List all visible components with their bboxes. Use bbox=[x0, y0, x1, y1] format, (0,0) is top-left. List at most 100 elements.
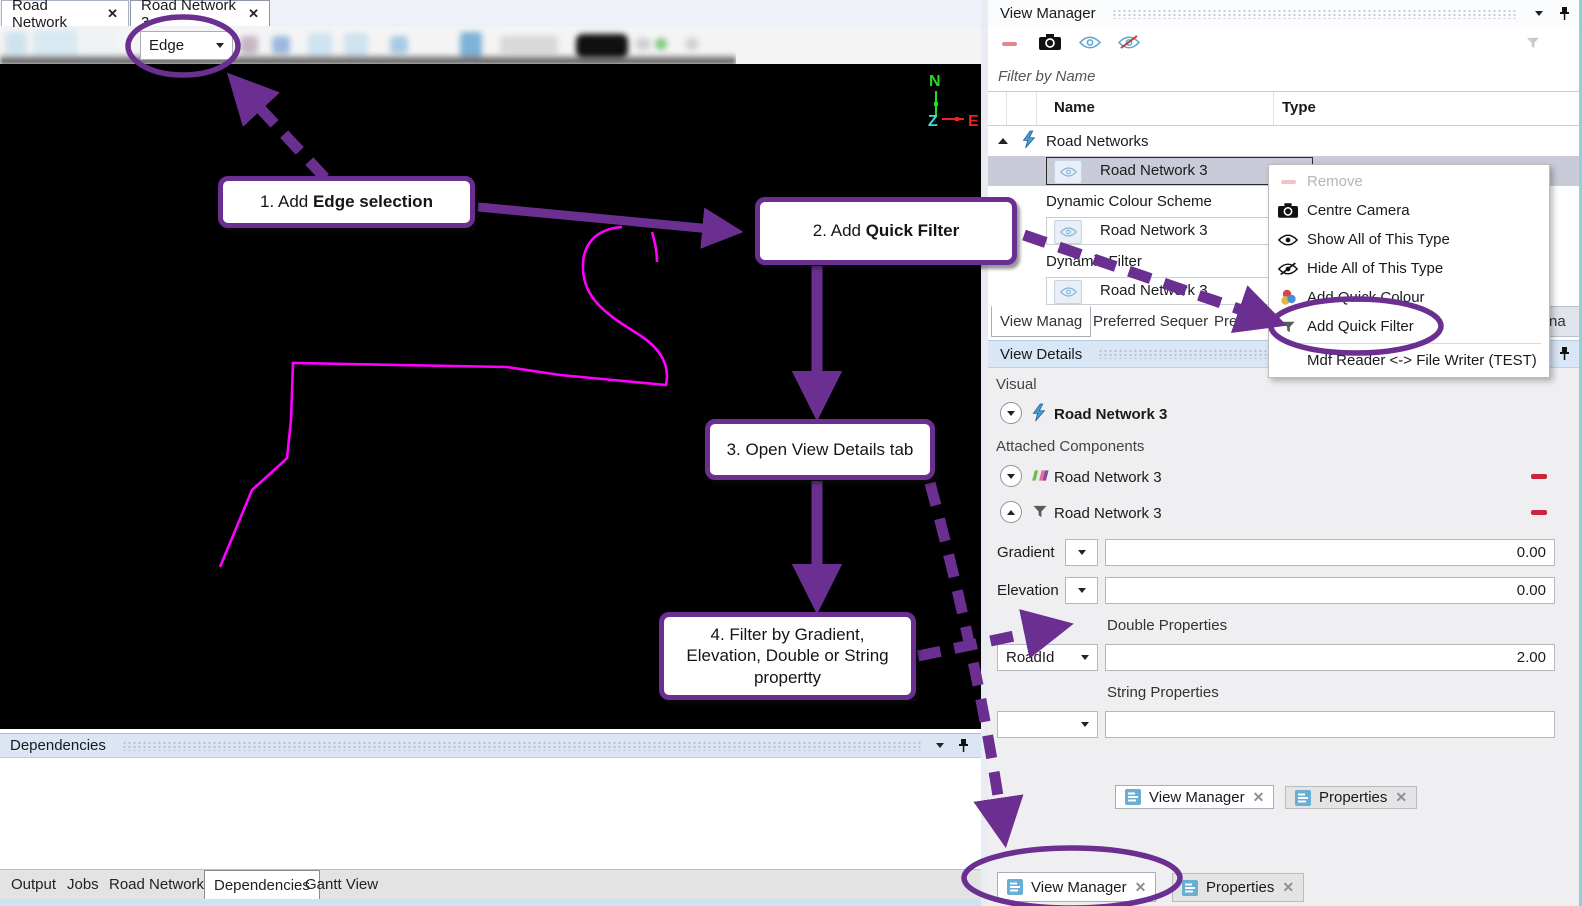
menu-item-add-quick-filter[interactable]: Add Quick Filter bbox=[1269, 312, 1549, 341]
expand-button[interactable] bbox=[1000, 465, 1022, 487]
remove-component-button[interactable] bbox=[1531, 474, 1547, 479]
column-divider[interactable] bbox=[1273, 92, 1274, 125]
elevation-label: Elevation bbox=[997, 582, 1059, 599]
close-icon[interactable]: ✕ bbox=[107, 6, 118, 22]
document-tabstrip: Road Network ✕ Road Network 3 ✕ bbox=[0, 0, 981, 31]
close-icon[interactable]: ✕ bbox=[248, 6, 259, 22]
show-eye-icon[interactable] bbox=[1078, 35, 1102, 53]
filter-funnel-icon bbox=[1032, 504, 1048, 523]
menu-item-centre-camera[interactable]: Centre Camera bbox=[1269, 196, 1549, 225]
dock-tab-view-manager[interactable]: View Manager ✕ bbox=[1115, 785, 1275, 809]
filter-by-name-input[interactable]: Filter by Name bbox=[988, 61, 1582, 92]
tab-gantt-view[interactable]: Gantt View bbox=[296, 870, 387, 899]
gradient-value-field[interactable]: 0.00 bbox=[1105, 539, 1555, 566]
filter-icon[interactable] bbox=[1526, 36, 1540, 53]
visibility-eye-button[interactable] bbox=[1054, 220, 1082, 244]
visibility-eye-button[interactable] bbox=[1054, 160, 1082, 184]
step1-bold-text: Edge selection bbox=[312, 192, 433, 212]
doc-tab-road-network[interactable]: Road Network ✕ bbox=[1, 0, 129, 31]
elevation-filter-row: Elevation 0.00 bbox=[988, 577, 1582, 605]
chevron-down-icon[interactable] bbox=[936, 743, 944, 748]
close-icon[interactable]: ✕ bbox=[1135, 879, 1147, 896]
menu-item-add-quick-colour[interactable]: Add Quick Colour bbox=[1269, 283, 1549, 312]
gradient-mode-dropdown[interactable] bbox=[1065, 539, 1098, 566]
tree-row-label: Dynamic Filter bbox=[1046, 252, 1142, 270]
close-icon[interactable]: ✕ bbox=[1253, 789, 1265, 806]
panel-splitter[interactable] bbox=[981, 0, 988, 906]
column-name[interactable]: Name bbox=[1054, 99, 1095, 116]
double-properties-label: Double Properties bbox=[1107, 617, 1228, 634]
doc-tab-road-network-3[interactable]: Road Network 3 ✕ bbox=[130, 0, 270, 31]
menu-item-hide-all[interactable]: Hide All of This Type bbox=[1269, 254, 1549, 283]
chevron-down-icon bbox=[216, 43, 224, 48]
tab-preferences[interactable]: Prefer bbox=[1206, 306, 1263, 337]
toolbar-blob bbox=[636, 38, 650, 50]
drag-handle-dots[interactable] bbox=[1111, 8, 1517, 19]
attached-components-label: Attached Components bbox=[996, 438, 1145, 455]
view-details-body: Visual Road Network 3 Attached Component… bbox=[988, 368, 1582, 906]
road-polyline bbox=[218, 225, 669, 568]
tree-row-road-networks[interactable]: Road Networks bbox=[988, 126, 1582, 156]
toolbar-blob bbox=[272, 36, 290, 54]
dependencies-panel-body bbox=[0, 758, 981, 869]
visual-item-row: Road Network 3 bbox=[988, 399, 1582, 429]
pin-icon[interactable] bbox=[1559, 347, 1570, 361]
view-manager-panel: View Manager Filter by Name Name Type Ro… bbox=[988, 0, 1582, 906]
collapse-icon[interactable] bbox=[998, 138, 1008, 144]
menu-item-mdf-reader[interactable]: Mdf Reader <-> File Writer (TEST) bbox=[1269, 346, 1549, 375]
expand-button[interactable] bbox=[1000, 402, 1022, 424]
remove-component-button[interactable] bbox=[1531, 510, 1547, 515]
step1-text: 1. Add bbox=[260, 192, 313, 212]
double-property-dropdown[interactable]: RoadId bbox=[997, 644, 1098, 671]
tab-view-manager[interactable]: View Manag bbox=[991, 306, 1092, 337]
step1-callout: 1. Add Edge selection bbox=[218, 176, 475, 228]
string-property-value-field[interactable] bbox=[1105, 711, 1555, 738]
toolbar-shadow bbox=[0, 53, 736, 64]
collapse-button[interactable] bbox=[1000, 501, 1022, 523]
visibility-eye-button[interactable] bbox=[1054, 280, 1082, 304]
pin-icon[interactable] bbox=[958, 738, 969, 753]
toolbar-blob bbox=[686, 38, 698, 50]
remove-icon[interactable] bbox=[1002, 42, 1017, 46]
component-row-colour: Road Network 3 bbox=[988, 462, 1582, 492]
step2-bold-text: Quick Filter bbox=[865, 221, 960, 241]
close-icon[interactable]: ✕ bbox=[1395, 789, 1407, 806]
context-menu: Remove Centre Camera Show All of This Ty… bbox=[1268, 164, 1550, 378]
double-property-value: 2.00 bbox=[1516, 649, 1546, 666]
elevation-value-field[interactable]: 0.00 bbox=[1105, 577, 1555, 604]
step3-callout: 3. Open View Details tab bbox=[705, 419, 935, 480]
dock-tab-view-manager-2[interactable]: View Manager ✕ bbox=[997, 872, 1157, 902]
edge-selection-dropdown[interactable]: Edge bbox=[140, 31, 233, 60]
tab-preferred-sequence[interactable]: Preferred Sequer bbox=[1085, 306, 1216, 337]
string-properties-label: String Properties bbox=[1107, 684, 1219, 701]
compass-north-label: N bbox=[929, 73, 941, 90]
menu-item-remove: Remove bbox=[1269, 167, 1549, 196]
step2-text: 2. Add bbox=[812, 221, 866, 241]
component-label: Road Network 3 bbox=[1054, 505, 1162, 522]
dock-tab-properties[interactable]: Properties ✕ bbox=[1285, 786, 1418, 809]
eye-icon bbox=[1269, 234, 1307, 246]
panel-list-icon bbox=[1007, 879, 1023, 895]
elevation-mode-dropdown[interactable] bbox=[1065, 577, 1098, 604]
camera-icon[interactable] bbox=[1039, 34, 1061, 54]
chevron-down-icon[interactable] bbox=[1535, 11, 1543, 16]
tree-row-label: Road Network 3 bbox=[1100, 282, 1208, 299]
pin-icon[interactable] bbox=[1559, 6, 1570, 21]
drag-handle-dots[interactable] bbox=[121, 740, 922, 751]
hide-eye-icon[interactable] bbox=[1117, 34, 1141, 54]
road-polyline-tail bbox=[650, 231, 659, 263]
string-property-dropdown[interactable] bbox=[997, 711, 1098, 738]
dock-tab-properties-2[interactable]: Properties ✕ bbox=[1172, 873, 1305, 902]
toolbar-blur-region bbox=[0, 27, 736, 64]
tab-output[interactable]: Output bbox=[2, 870, 65, 899]
close-icon[interactable]: ✕ bbox=[1282, 879, 1294, 896]
dependencies-panel-header: Dependencies bbox=[0, 733, 981, 758]
tree-row-label: Road Network 3 bbox=[1100, 162, 1208, 179]
tab-road-network[interactable]: Road Network bbox=[100, 870, 213, 899]
edge-dropdown-value: Edge bbox=[149, 37, 185, 54]
compass-east-label: E bbox=[968, 113, 979, 130]
column-type[interactable]: Type bbox=[1282, 99, 1316, 116]
menu-item-show-all[interactable]: Show All of This Type bbox=[1269, 225, 1549, 254]
toolbar-blob bbox=[240, 36, 258, 54]
double-property-value-field[interactable]: 2.00 bbox=[1105, 644, 1555, 671]
